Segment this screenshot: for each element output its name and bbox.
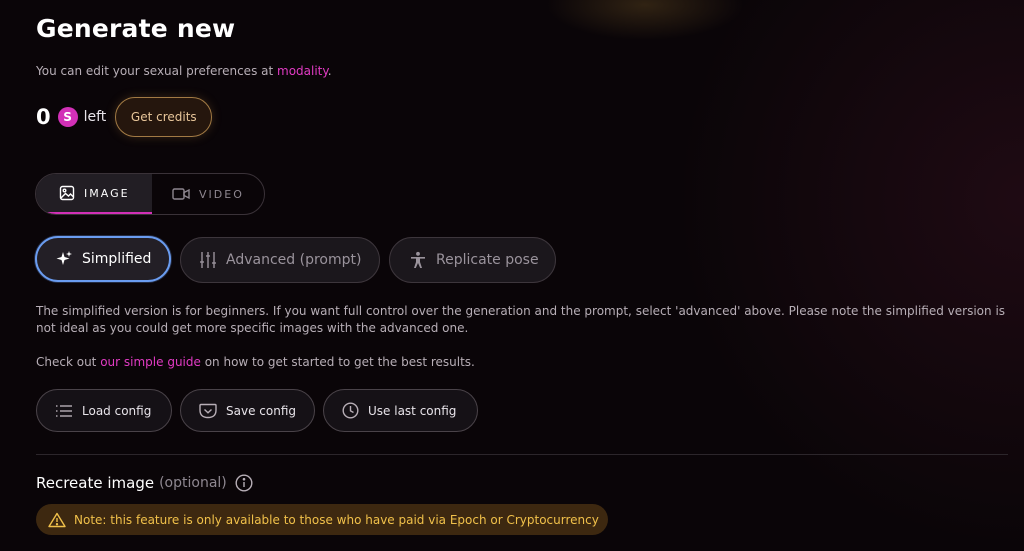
credits-row: 0 S left Get credits bbox=[36, 97, 213, 137]
preferences-note-text: You can edit your sexual preferences at bbox=[36, 64, 278, 78]
list-icon bbox=[56, 404, 72, 417]
mode-simplified-label: Simplified bbox=[82, 251, 152, 267]
person-icon bbox=[411, 251, 425, 268]
save-config-label: Save config bbox=[226, 403, 296, 418]
use-last-config-button[interactable]: Use last config bbox=[323, 389, 478, 432]
media-type-tabs: IMAGE VIDEO bbox=[35, 173, 265, 215]
mode-simplified-button[interactable]: Simplified bbox=[35, 236, 171, 282]
load-config-button[interactable]: Load config bbox=[36, 389, 172, 432]
simplified-description: The simplified version is for beginners.… bbox=[36, 304, 1006, 335]
section-divider bbox=[36, 454, 1008, 455]
preferences-note-suffix: . bbox=[327, 64, 332, 78]
tab-image[interactable]: IMAGE bbox=[36, 174, 152, 214]
payment-warning-text: Note: this feature is only available to … bbox=[74, 512, 599, 527]
get-credits-button[interactable]: Get credits bbox=[115, 97, 213, 137]
video-icon bbox=[172, 188, 190, 200]
mode-replicate-pose-label: Replicate pose bbox=[436, 252, 539, 268]
guide-note-suffix: on how to get started to get the best re… bbox=[200, 355, 475, 369]
credits-left-label: left bbox=[83, 109, 107, 125]
image-icon bbox=[59, 185, 75, 201]
guide-note: Check out our simple guide on how to get… bbox=[36, 355, 475, 369]
preferences-note: You can edit your sexual preferences at … bbox=[36, 64, 332, 78]
load-config-label: Load config bbox=[82, 403, 152, 418]
mode-advanced-button[interactable]: Advanced (prompt) bbox=[180, 237, 380, 283]
simple-guide-link[interactable]: our simple guide bbox=[100, 355, 201, 369]
pocket-icon bbox=[199, 403, 217, 418]
credit-count: 0 bbox=[36, 105, 51, 129]
use-last-config-label: Use last config bbox=[368, 403, 457, 418]
clock-icon bbox=[342, 402, 359, 419]
mode-replicate-pose-button[interactable]: Replicate pose bbox=[389, 237, 556, 283]
info-icon[interactable] bbox=[235, 474, 253, 492]
recreate-image-title: Recreate image bbox=[36, 474, 155, 492]
page-title: Generate new bbox=[36, 14, 236, 43]
optional-label: (optional) bbox=[159, 475, 227, 491]
sliders-icon bbox=[200, 252, 216, 268]
sparkle-icon bbox=[56, 251, 72, 265]
tab-image-label: IMAGE bbox=[84, 186, 130, 200]
modality-link[interactable]: modality bbox=[277, 64, 328, 78]
recreate-image-heading: Recreate image (optional) bbox=[36, 474, 253, 492]
tab-video-label: VIDEO bbox=[199, 187, 244, 201]
tab-video[interactable]: VIDEO bbox=[152, 174, 264, 214]
coin-icon: S bbox=[57, 107, 78, 127]
warning-icon bbox=[48, 512, 66, 527]
guide-note-prefix: Check out bbox=[36, 355, 101, 369]
payment-warning-banner: Note: this feature is only available to … bbox=[36, 504, 608, 535]
save-config-button[interactable]: Save config bbox=[180, 389, 315, 432]
mode-advanced-label: Advanced (prompt) bbox=[226, 252, 362, 268]
